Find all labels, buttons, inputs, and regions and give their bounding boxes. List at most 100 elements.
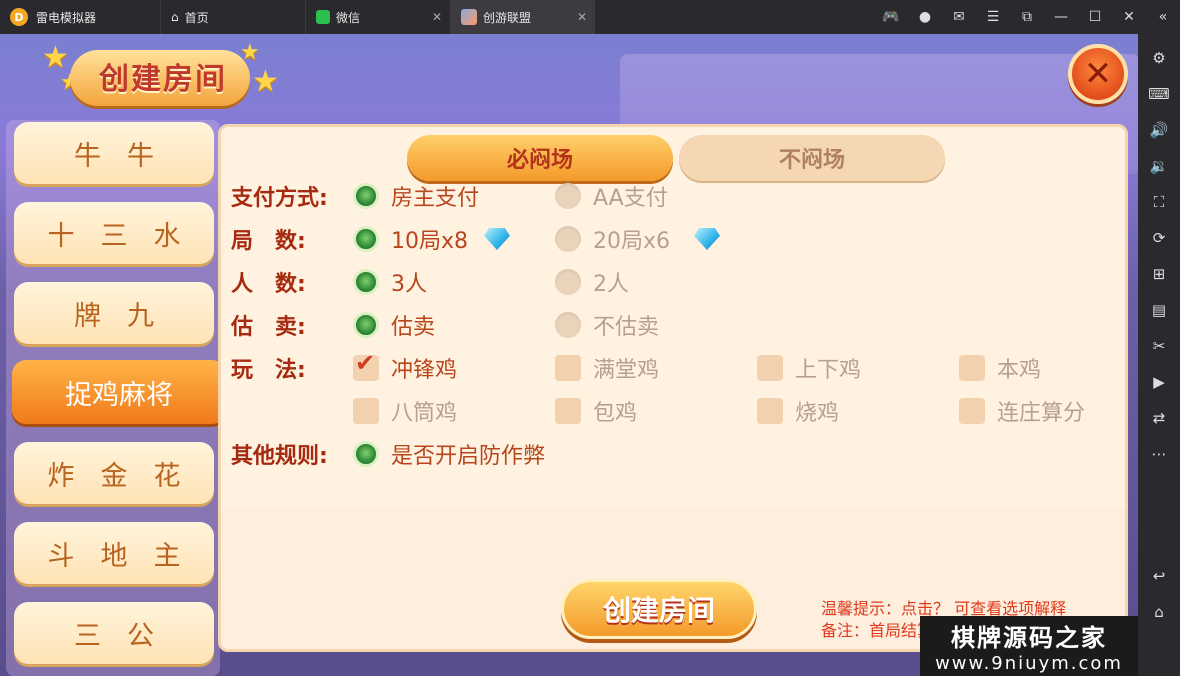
option-label: 房主支付 <box>391 186 480 211</box>
emulator-toolbar: ⚙ ⌨ 🔊 🔉 ⛶ ⟳ ⊞ ▤ ✂ ▶ ⇄ ⋯ ↩ ⌂ <box>1138 34 1180 676</box>
close-tab-icon[interactable]: ✕ <box>577 10 587 24</box>
tab-wechat[interactable]: 微信 ✕ <box>305 0 450 34</box>
option-label: AA支付 <box>593 186 668 211</box>
menu-item-niuniu[interactable]: 牛牛 <box>14 122 214 184</box>
option-3-players[interactable]: 3人 <box>353 266 427 298</box>
option-label: 烧鸡 <box>795 401 840 426</box>
radio-selected[interactable] <box>353 441 379 467</box>
menu-icon[interactable]: ☰ <box>976 0 1010 34</box>
menu-item-zhajinhua[interactable]: 炸金花 <box>14 442 214 504</box>
video-icon[interactable]: ▶ <box>1138 364 1180 400</box>
wechat-icon <box>316 10 330 24</box>
fullscreen-icon[interactable]: ⛶ <box>1138 184 1180 220</box>
option-label: 冲锋鸡 <box>391 358 458 383</box>
radio-unselected[interactable] <box>555 226 581 252</box>
watermark: 棋牌源码之家 www.9niuym.com <box>920 616 1138 676</box>
watermark-url: www.9niuym.com <box>935 653 1123 674</box>
option-benji[interactable]: 本鸡 <box>959 352 1041 384</box>
option-anti-cheat[interactable]: 是否开启防作弊 <box>353 438 545 470</box>
option-chongfengji[interactable]: 冲锋鸡 <box>353 349 458 384</box>
tab-game[interactable]: 创游联盟 ✕ <box>450 0 595 34</box>
game-icon <box>461 9 477 25</box>
row-label: 估 卖: <box>231 315 306 340</box>
row-players: 人 数: 3人 2人 <box>231 265 1121 299</box>
pin-icon[interactable]: ⧉ <box>1010 0 1044 34</box>
menu-item-shisanshui[interactable]: 十三水 <box>14 202 214 264</box>
option-batongji[interactable]: 八筒鸡 <box>353 395 457 427</box>
star-icon: ★ <box>252 64 279 99</box>
more-icon[interactable]: ⋯ <box>1138 436 1180 472</box>
tab-wechat-label: 微信 <box>336 10 361 25</box>
option-lianzhuang[interactable]: 连庄算分 <box>959 395 1085 427</box>
checkbox-unchecked[interactable] <box>959 398 985 424</box>
create-room-button[interactable]: 创建房间 <box>561 579 757 639</box>
radio-unselected[interactable] <box>555 183 581 209</box>
keyboard-icon[interactable]: ⌨ <box>1138 76 1180 112</box>
app-name: 雷电模拟器 <box>36 10 97 25</box>
option-20-rounds[interactable]: 20局x6 <box>555 223 722 255</box>
checkbox-unchecked[interactable] <box>353 398 379 424</box>
option-shaoji[interactable]: 烧鸡 <box>757 395 839 427</box>
radio-unselected[interactable] <box>555 269 581 295</box>
option-no-gumai[interactable]: 不估卖 <box>555 309 659 341</box>
gamepad-icon[interactable]: 🎮 <box>874 0 908 34</box>
option-shangxiaji[interactable]: 上下鸡 <box>757 352 861 384</box>
home-nav-icon[interactable]: ⌂ <box>1138 594 1180 630</box>
checkbox-unchecked[interactable] <box>555 355 581 381</box>
minimize-button[interactable]: — <box>1044 0 1078 34</box>
menu-item-zhuojimajiang[interactable]: 捉鸡麻将 <box>12 360 226 424</box>
option-10-rounds[interactable]: 10局x8 <box>353 223 512 255</box>
option-aa-pay[interactable]: AA支付 <box>555 180 668 212</box>
settings-icon[interactable]: ⚙ <box>1138 40 1180 76</box>
tab-bimenchang[interactable]: 必闷场 <box>407 135 673 181</box>
tab-home[interactable]: ⌂ 首页 <box>160 0 305 34</box>
volume-up-icon[interactable]: 🔊 <box>1138 112 1180 148</box>
mode-tabs: 必闷场 不闷场 <box>407 135 945 181</box>
row-label: 其他规则: <box>231 444 328 469</box>
tab-bumenchang[interactable]: 不闷场 <box>679 135 945 181</box>
diamond-icon <box>692 226 722 252</box>
tab-home-label: 首页 <box>184 10 209 25</box>
app-title: D 雷电模拟器 <box>0 0 160 34</box>
close-button[interactable]: ✕ <box>1068 44 1128 104</box>
apk-icon[interactable]: ▤ <box>1138 292 1180 328</box>
volume-down-icon[interactable]: 🔉 <box>1138 148 1180 184</box>
row-label: 支付方式: <box>231 186 328 211</box>
close-icon: ✕ <box>1083 54 1113 94</box>
checkbox-unchecked[interactable] <box>757 398 783 424</box>
row-payment: 支付方式: 房主支付 AA支付 <box>231 179 1121 213</box>
transfer-icon[interactable]: ⇄ <box>1138 400 1180 436</box>
scissors-icon[interactable]: ✂ <box>1138 328 1180 364</box>
user-icon[interactable]: ● <box>908 0 942 34</box>
mail-icon[interactable]: ✉ <box>942 0 976 34</box>
option-owner-pay[interactable]: 房主支付 <box>353 180 479 212</box>
option-label: 2人 <box>593 272 629 297</box>
option-2-players[interactable]: 2人 <box>555 266 629 298</box>
radio-selected[interactable] <box>353 183 379 209</box>
option-label: 满堂鸡 <box>593 358 660 383</box>
option-baoji[interactable]: 包鸡 <box>555 395 637 427</box>
radio-selected[interactable] <box>353 226 379 252</box>
checkbox-unchecked[interactable] <box>959 355 985 381</box>
menu-item-paijiu[interactable]: 牌九 <box>14 282 214 344</box>
maximize-button[interactable]: ☐ <box>1078 0 1112 34</box>
checkbox-unchecked[interactable] <box>555 398 581 424</box>
tab-game-label: 创游联盟 <box>483 10 532 25</box>
radio-selected[interactable] <box>353 312 379 338</box>
checkbox-checked[interactable] <box>353 349 379 381</box>
checkbox-unchecked[interactable] <box>757 355 783 381</box>
sync-icon[interactable]: ⟳ <box>1138 220 1180 256</box>
option-mantangji[interactable]: 满堂鸡 <box>555 352 659 384</box>
rules-panel: 必闷场 不闷场 支付方式: 房主支付 AA支付 局 数: 10局x8 20局x6… <box>218 124 1128 652</box>
back-icon[interactable]: ↩ <box>1138 558 1180 594</box>
radio-selected[interactable] <box>353 269 379 295</box>
radio-unselected[interactable] <box>555 312 581 338</box>
collapse-sidebar-icon[interactable]: « <box>1146 0 1180 34</box>
close-tab-icon[interactable]: ✕ <box>432 10 442 24</box>
option-gumai[interactable]: 估卖 <box>353 309 435 341</box>
row-label: 人 数: <box>231 272 306 297</box>
close-window-button[interactable]: ✕ <box>1112 0 1146 34</box>
add-window-icon[interactable]: ⊞ <box>1138 256 1180 292</box>
menu-item-doudizhu[interactable]: 斗地主 <box>14 522 214 584</box>
menu-item-sangong[interactable]: 三公 <box>14 602 214 664</box>
